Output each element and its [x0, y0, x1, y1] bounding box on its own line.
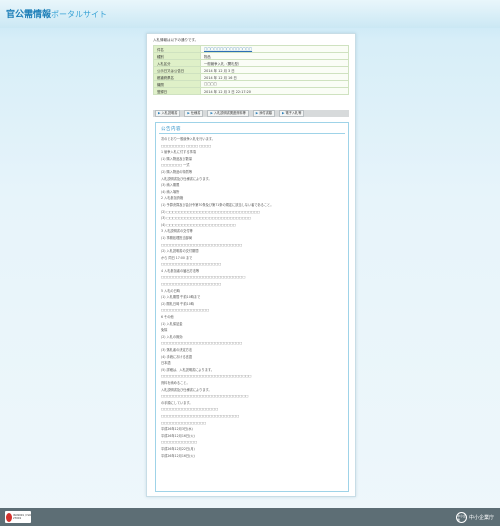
detail-panel: 入札情報は以下の通りです。 件名 □□□□□□□□□□□□□□□ 種別 物品 入札区分一…: [146, 33, 356, 497]
info-row: 公示日又は公告日 2014 年 12 月 3 日: [153, 66, 349, 74]
info-table: 件名 □□□□□□□□□□□□□□□ 種別 物品 入札区分 一般競争入札（開札型） 公示日又…: [153, 45, 349, 95]
info-key: 種別: [153, 52, 201, 60]
notice-line: (2) □□□□□□□□□□□□□□□□□□□□□□□□□□□□□□□: [161, 209, 260, 214]
notice-line: 入札説明書及び仕様書によります。: [161, 387, 212, 392]
notice-line: □□□□□□□□□□□□□□□□: [161, 308, 210, 313]
notice-line: 1 競争入札に付する事項: [161, 150, 196, 155]
notice-line: (1) 事務処理担当部局: [161, 235, 193, 240]
notice-line: □□□□□□□□□□□□□□□□□□□: [161, 407, 219, 412]
agency-name: 中小企業庁: [468, 515, 494, 521]
agency-seal-icon: 中小企業: [455, 512, 467, 523]
notice-line: (2) 入札の無効: [161, 334, 183, 339]
info-value: 2014 年 12 月 3 日: [200, 66, 349, 74]
notice-line: □□□□□□□□□□□□: [161, 440, 198, 445]
info-row: 種別 物品: [153, 52, 349, 60]
tab-label: 仕様書: [190, 111, 201, 115]
notice-line: □□□□□□□□□□□□□□□□□□□□□□□□□□□□: [161, 275, 246, 280]
info-value: 物品: [200, 52, 349, 60]
notice-body: 次のとおり一般競争入札を行います。 □□□□□□□□ □□□□ □□□□ 1 競争入…: [161, 136, 343, 459]
site-logo[interactable]: 官公需情報ポータルサイト: [6, 7, 107, 20]
notice-line: (4) 手続における言語: [161, 354, 193, 359]
notice-divider: [159, 133, 345, 134]
info-key: 件名: [153, 45, 201, 53]
tab-0[interactable]: ▶ 入札説明書: [155, 110, 181, 117]
certification-mark-icon: [6, 512, 12, 522]
notice-line: (3) 落札者の決定方法: [161, 348, 193, 352]
info-key: 都道府県名: [153, 73, 201, 81]
notice-line: 3 入札説明書の交付等: [161, 229, 193, 234]
notice-title: 公告内容: [161, 127, 181, 132]
notice-line: 日本語: [161, 361, 171, 366]
notice-line: 平成26年12月16日(火): [161, 453, 195, 458]
notice-line: (3) 納入期限: [161, 183, 180, 188]
tab-label: 電子入札等: [285, 111, 302, 115]
tab-1[interactable]: ▶ 仕様書: [184, 110, 204, 117]
notice-line: □□□□□□□□□□□□□□□□□□□□□□□□□□□: [161, 242, 243, 247]
doc-tabs: ▶ 入札説明書 ▶ 仕様書 ▶ 入札説明書関連資料等 ▶ 添付書類 ▶ 電子入札…: [153, 110, 349, 117]
notice-line: □□□□□□□□□□□□□□□□□□□□□□□□□□□□□□: [161, 374, 252, 379]
info-value: 2014 年 12 月 16 日: [200, 73, 349, 81]
notice-line: (2) 入札説明書の交付期間: [161, 249, 199, 254]
notice-line: (4) □□□□□□□□□□□□□□□□□□□□□□□: [161, 222, 236, 227]
notice-line: 平成26年12月16日(火): [161, 433, 195, 438]
intro-text: 入札情報は以下の通りです。: [153, 38, 199, 42]
info-key: 入札区分: [153, 59, 201, 67]
site-title: 官公需情報: [6, 10, 52, 20]
notice-line: □□□□□□□□□□□□□□□□□□□□□□□□□□: [161, 413, 240, 418]
info-row: 入札区分 一般競争入札（開札型）: [153, 59, 349, 67]
info-value-link[interactable]: □□□□□□□□□□□□□□□: [200, 45, 349, 53]
info-key: 登録日: [153, 87, 201, 95]
notice-line: □□□□□□□ 一式: [161, 163, 190, 168]
tab-2[interactable]: ▶ 入札説明書関連資料等: [207, 110, 249, 117]
tab-label: 入札説明書関連資料等: [213, 111, 246, 115]
info-row: 件名 □□□□□□□□□□□□□□□: [153, 45, 349, 53]
info-value: □□□□: [200, 80, 349, 88]
info-row: 都道府県名 2014 年 12 月 16 日: [153, 73, 349, 81]
info-value: 一般競争入札（開札型）: [200, 59, 349, 67]
notice-line: 免除: [161, 328, 168, 333]
notice-line: 平成26年12月3日(水): [161, 427, 193, 432]
notice-line: 6 その他: [161, 315, 174, 320]
info-key: 公示日又は公告日: [153, 66, 201, 74]
notice-line: 4 入札参加者の届出方法等: [161, 268, 200, 273]
tab-label: 入札説明書: [161, 111, 178, 115]
notice-line: (1) 購入物品及び数量: [161, 156, 193, 161]
header-bar: 官公需情報ポータルサイト: [0, 0, 500, 28]
notice-box: 公告内容 次のとおり一般競争入札を行います。 □□□□□□□□ □□□□ □□□□…: [155, 122, 349, 492]
certification-badge: ISO9001 / ISO 27001: [5, 511, 31, 523]
notice-line: □□□□□□□□□□□□□□□: [161, 420, 207, 425]
notice-line: (4) 納入場所: [161, 189, 180, 194]
info-value: 2014 年 12 月 3 日 22:17:20: [200, 87, 349, 95]
notice-line: 平成26年12月22日(月): [161, 446, 195, 451]
tab-label: 添付書類: [259, 111, 272, 115]
notice-line: 2 入札参加資格: [161, 196, 184, 201]
notice-line: □□□□□□□□□□□□□□□□□□□□: [161, 262, 222, 267]
notice-line: から 同日 17:00 まで: [161, 255, 193, 260]
notice-line: □□□□□□□□□□□□□□□□□□□□: [161, 282, 222, 287]
notice-line: (5) 詳細は、入札説明書によります。: [161, 367, 214, 372]
notice-line: □□□□□□□□□□□□□□□□□□□□□□□□□□□: [161, 341, 243, 346]
info-key: 機関: [153, 80, 201, 88]
notice-line: (2) 購入物品の特質等: [161, 169, 193, 174]
footer-bar: ISO9001 / ISO 27001 中小企業 中小企業庁: [0, 508, 500, 526]
notice-line: 入札説明書及び仕様書によります。: [161, 176, 212, 181]
notice-line: (1) 入札期間 午前10時まで: [161, 295, 201, 300]
site-subtitle: ポータルサイト: [51, 10, 108, 19]
info-row: 登録日 2014 年 12 月 3 日 22:17:20: [153, 87, 349, 95]
badge-text: ISO9001 / ISO 27001: [12, 514, 32, 520]
notice-line: 資料を納めること。: [161, 380, 190, 385]
notice-line: (3) □□□□□□□□□□□□□□□□□□□□□□□□□□□□: [161, 216, 251, 221]
notice-line: (2) 開札日時 午前10時: [161, 301, 194, 306]
tab-3[interactable]: ▶ 添付書類: [252, 110, 275, 117]
notice-line: の手順にしています。: [161, 400, 193, 405]
notice-line: 5 入札の日時: [161, 288, 180, 293]
agency-logo[interactable]: 中小企業 中小企業庁: [455, 512, 494, 523]
notice-line: (1) 予算決算及び会計令第70条及び第71条の規定に該当しない者であること。: [161, 202, 274, 207]
notice-line: □□□□□□□□ □□□□ □□□□: [161, 143, 212, 148]
tab-4[interactable]: ▶ 電子入札等: [279, 110, 305, 117]
notice-line: (1) 入札保証金: [161, 321, 183, 326]
notice-line: 次のとおり一般競争入札を行います。: [161, 137, 215, 141]
notice-line: □□□□□□□□□□□□□□□□□□□□□□□□□□□□□: [161, 394, 249, 399]
info-row: 機関 □□□□: [153, 80, 349, 88]
